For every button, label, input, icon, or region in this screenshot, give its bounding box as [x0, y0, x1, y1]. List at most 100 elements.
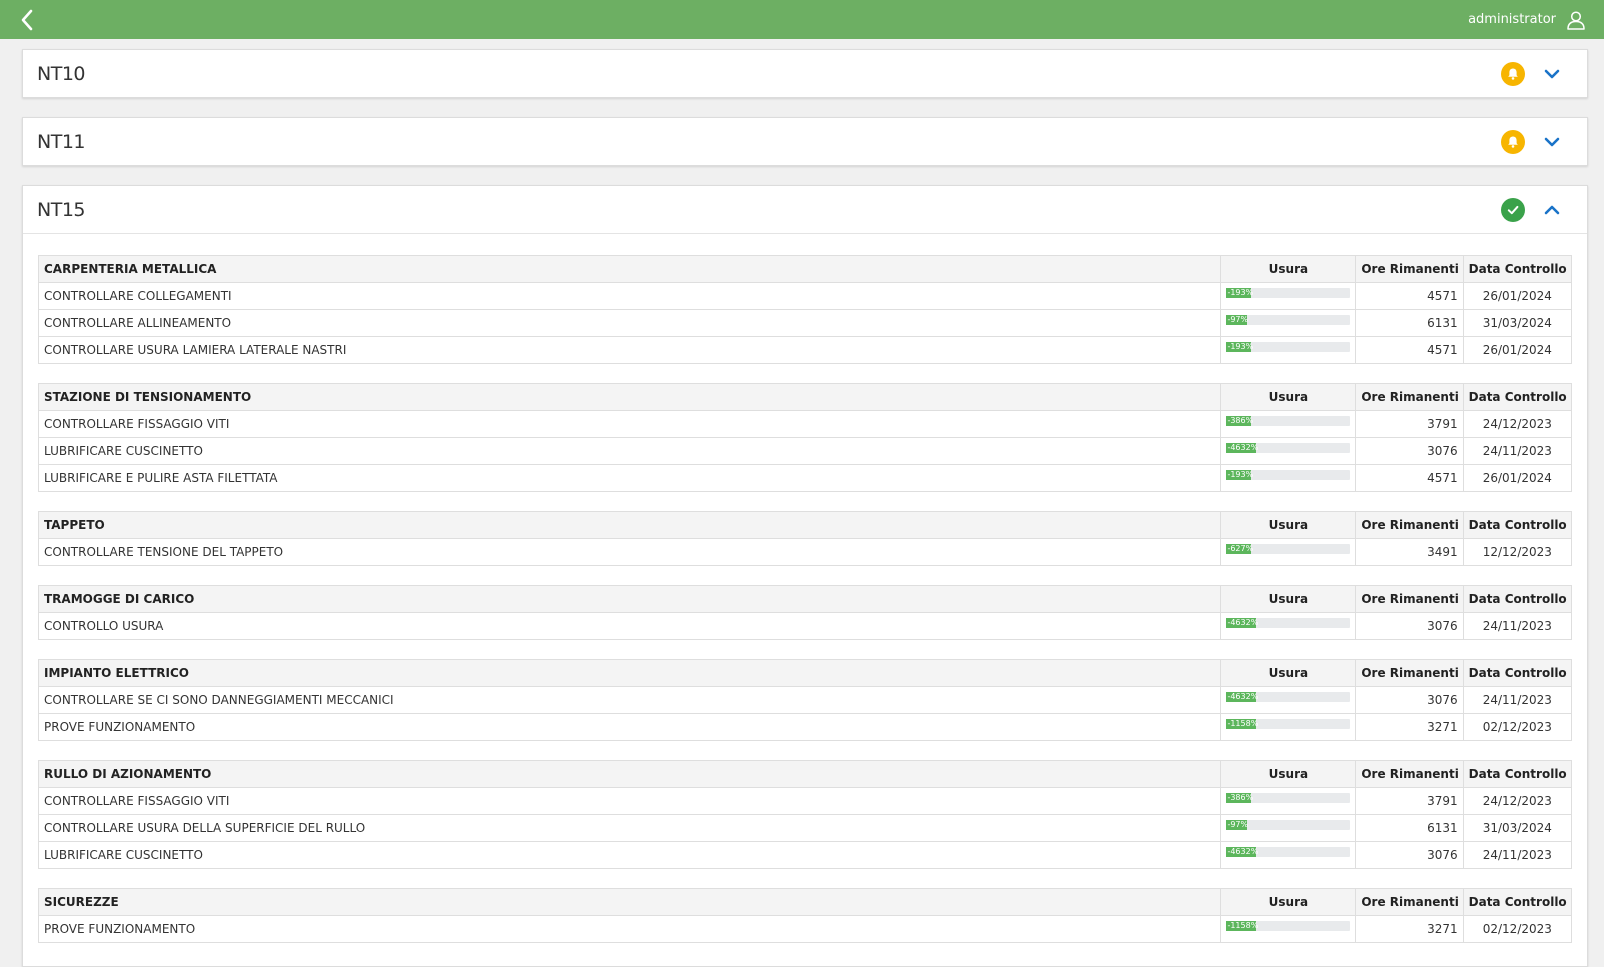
table-row[interactable]: CONTROLLARE COLLEGAMENTI -193% 4571 26/01/2…: [37, 282, 1573, 310]
table-header-row: SICUREZZE Usura Ore Rimanenti Data Controll…: [37, 888, 1573, 916]
table-row[interactable]: LUBRIFICARE CUSCINETTO -4632% 3076 24/11/20…: [37, 841, 1573, 869]
table-row[interactable]: CONTROLLARE SE CI SONO DANNEGGIAMENTI ME…: [37, 686, 1573, 714]
panel-header-nt15[interactable]: NT15: [23, 186, 1587, 233]
ore-rimanenti-value: 6131: [1355, 814, 1464, 842]
usura-progress-bar: -97%: [1226, 315, 1351, 325]
maintenance-table: TAPPETO Usura Ore Rimanenti Data Controllo C…: [37, 511, 1573, 566]
usura-cell: -627%: [1220, 538, 1357, 566]
panel-title: NT11: [37, 130, 86, 153]
panel-nt11: NT11: [22, 117, 1588, 166]
data-controllo-value: 24/12/2023: [1462, 410, 1573, 438]
panel-nt15: NT15 CARPENTERIA METALLICA Usura Ore Riman…: [22, 185, 1588, 967]
usura-progress-bar: -4632%: [1226, 443, 1351, 453]
ore-rimanenti-value: 3791: [1355, 410, 1464, 438]
usura-cell: -386%: [1220, 787, 1357, 815]
user-icon[interactable]: [1566, 10, 1586, 30]
usura-value: -4632%: [1227, 443, 1259, 452]
column-ore-rimanenti: Ore Rimanenti: [1355, 760, 1464, 788]
task-name: CONTROLLARE SE CI SONO DANNEGGIAMENTI ME…: [37, 686, 1222, 714]
column-data-controllo: Data Controllo: [1462, 511, 1573, 539]
maintenance-groups: CARPENTERIA METALLICA Usura Ore Rimanenti D…: [23, 233, 1587, 966]
column-usura: Usura: [1220, 255, 1357, 283]
table-row[interactable]: PROVE FUNZIONAMENTO -1158% 3271 02/12/2023: [37, 915, 1573, 943]
task-name: CONTROLLARE USURA DELLA SUPERFICIE DEL R…: [37, 814, 1222, 842]
usura-progress-bar: -4632%: [1226, 847, 1351, 857]
usura-cell: -193%: [1220, 282, 1357, 310]
chevron-down-icon[interactable]: [1541, 69, 1563, 79]
bell-icon: [1501, 61, 1525, 86]
table-header-row: TRAMOGGE DI CARICO Usura Ore Rimanenti Data…: [37, 585, 1573, 613]
column-usura: Usura: [1220, 383, 1357, 411]
maintenance-table: STAZIONE DI TENSIONAMENTO Usura Ore Rimane…: [37, 383, 1573, 492]
ore-rimanenti-value: 6131: [1355, 309, 1464, 337]
table-header-row: IMPIANTO ELETTRICO Usura Ore Rimanenti Data…: [37, 659, 1573, 687]
task-name: CONTROLLARE TENSIONE DEL TAPPETO: [37, 538, 1222, 566]
table-row[interactable]: CONTROLLARE ALLINEAMENTO -97% 6131 31/03/20…: [37, 309, 1573, 337]
group-name: TRAMOGGE DI CARICO: [37, 585, 1222, 613]
column-data-controllo: Data Controllo: [1462, 255, 1573, 283]
usura-cell: -1158%: [1220, 713, 1357, 741]
table-row[interactable]: LUBRIFICARE CUSCINETTO -4632% 3076 24/11/20…: [37, 437, 1573, 465]
back-button[interactable]: [20, 5, 34, 35]
group-name: TAPPETO: [37, 511, 1222, 539]
table-row[interactable]: PROVE FUNZIONAMENTO -1158% 3271 02/12/2023: [37, 713, 1573, 741]
column-data-controllo: Data Controllo: [1462, 659, 1573, 687]
table-row[interactable]: CONTROLLO USURA -4632% 3076 24/11/2023: [37, 612, 1573, 640]
table-row[interactable]: CONTROLLARE USURA LAMIERA LATERALE NASTR…: [37, 336, 1573, 364]
usura-progress-bar: -1158%: [1226, 719, 1351, 729]
usura-value: -193%: [1227, 470, 1254, 479]
usura-value: -97%: [1227, 315, 1249, 324]
usura-value: -4632%: [1227, 618, 1259, 627]
data-controllo-value: 31/03/2024: [1462, 309, 1573, 337]
panel-header-nt11[interactable]: NT11: [23, 118, 1587, 165]
column-data-controllo: Data Controllo: [1462, 760, 1573, 788]
column-ore-rimanenti: Ore Rimanenti: [1355, 511, 1464, 539]
chevron-down-icon[interactable]: [1541, 137, 1563, 147]
maintenance-table: SICUREZZE Usura Ore Rimanenti Data Controll…: [37, 888, 1573, 943]
ore-rimanenti-value: 3271: [1355, 713, 1464, 741]
table-row[interactable]: CONTROLLARE FISSAGGIO VITI -386% 3791 24/12…: [37, 410, 1573, 438]
column-usura: Usura: [1220, 659, 1357, 687]
top-bar: administrator: [0, 0, 1604, 39]
task-name: LUBRIFICARE CUSCINETTO: [37, 841, 1222, 869]
task-name: CONTROLLARE FISSAGGIO VITI: [37, 410, 1222, 438]
usura-value: -627%: [1227, 544, 1254, 553]
maintenance-table: CARPENTERIA METALLICA Usura Ore Rimanenti D…: [37, 255, 1573, 364]
group-name: SICUREZZE: [37, 888, 1222, 916]
panel-header-nt10[interactable]: NT10: [23, 50, 1587, 97]
data-controllo-value: 24/11/2023: [1462, 686, 1573, 714]
ore-rimanenti-value: 4571: [1355, 282, 1464, 310]
usura-progress-bar: -193%: [1226, 342, 1351, 352]
table-row[interactable]: LUBRIFICARE E PULIRE ASTA FILETTATA -193%…: [37, 464, 1573, 492]
task-name: CONTROLLARE COLLEGAMENTI: [37, 282, 1222, 310]
task-name: LUBRIFICARE E PULIRE ASTA FILETTATA: [37, 464, 1222, 492]
task-name: PROVE FUNZIONAMENTO: [37, 713, 1222, 741]
task-name: CONTROLLARE FISSAGGIO VITI: [37, 787, 1222, 815]
data-controllo-value: 26/01/2024: [1462, 336, 1573, 364]
column-data-controllo: Data Controllo: [1462, 888, 1573, 916]
table-row[interactable]: CONTROLLARE TENSIONE DEL TAPPETO -627% 349…: [37, 538, 1573, 566]
user-menu[interactable]: administrator: [1468, 10, 1586, 30]
task-name: CONTROLLO USURA: [37, 612, 1222, 640]
panel-nt10: NT10: [22, 49, 1588, 98]
maintenance-table: IMPIANTO ELETTRICO Usura Ore Rimanenti Data…: [37, 659, 1573, 741]
usura-cell: -4632%: [1220, 612, 1357, 640]
table-row[interactable]: CONTROLLARE FISSAGGIO VITI -386% 3791 24/12…: [37, 787, 1573, 815]
data-controllo-value: 26/01/2024: [1462, 282, 1573, 310]
ore-rimanenti-value: 4571: [1355, 336, 1464, 364]
usura-value: -386%: [1227, 793, 1254, 802]
table-row[interactable]: CONTROLLARE USURA DELLA SUPERFICIE DEL R…: [37, 814, 1573, 842]
data-controllo-value: 12/12/2023: [1462, 538, 1573, 566]
ore-rimanenti-value: 4571: [1355, 464, 1464, 492]
data-controllo-value: 24/12/2023: [1462, 787, 1573, 815]
task-name: CONTROLLARE USURA LAMIERA LATERALE NASTR…: [37, 336, 1222, 364]
usura-progress-bar: -386%: [1226, 793, 1351, 803]
ore-rimanenti-value: 3791: [1355, 787, 1464, 815]
table-header-row: TAPPETO Usura Ore Rimanenti Data Controllo: [37, 511, 1573, 539]
usura-value: -1158%: [1227, 719, 1259, 728]
group-name: RULLO DI AZIONAMENTO: [37, 760, 1222, 788]
usura-cell: -4632%: [1220, 686, 1357, 714]
usura-cell: -4632%: [1220, 437, 1357, 465]
chevron-up-icon[interactable]: [1541, 205, 1563, 215]
usura-cell: -97%: [1220, 309, 1357, 337]
